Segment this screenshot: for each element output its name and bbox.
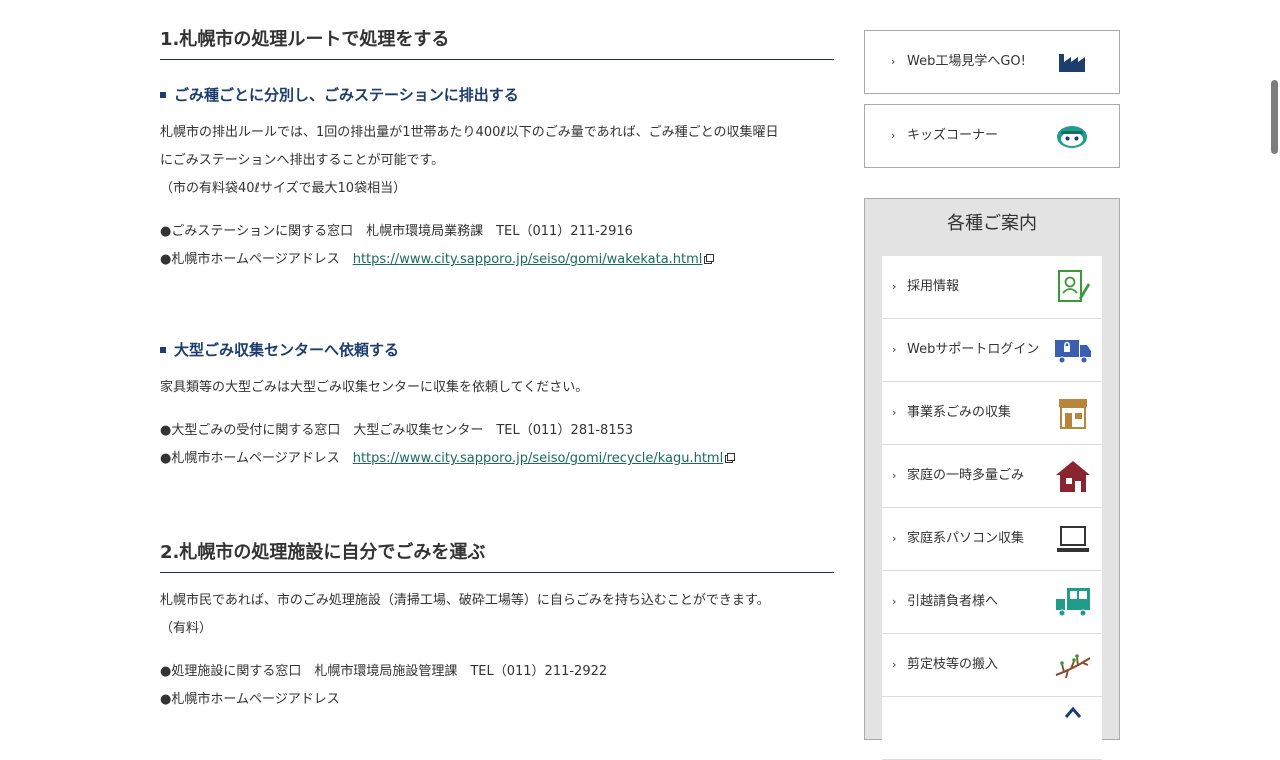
sort-body-line2: にごみステーションへ排出することが可能です。	[160, 153, 445, 168]
banner-label: Web工場見学へGO!	[907, 54, 1026, 69]
chevron-right-icon: ›	[892, 406, 897, 419]
recycle-icon	[1064, 706, 1082, 718]
chevron-right-icon: ›	[891, 55, 896, 68]
guide-item-moving[interactable]: › 引越請負者様へ	[882, 571, 1102, 634]
external-link-icon	[725, 453, 736, 463]
truck-lock-icon	[1055, 340, 1091, 364]
kagu-link[interactable]: https://www.city.sapporo.jp/seiso/gomi/r…	[353, 451, 724, 466]
section2-heading: 2.札幌市の処理施設に自分でごみを運ぶ	[160, 541, 834, 573]
sort-body-line3: （市の有料袋40ℓサイズで最大10袋相当）	[160, 181, 407, 196]
branch-icon	[1055, 654, 1091, 679]
chevron-right-icon: ›	[892, 280, 897, 293]
facility-contact: ●処理施設に関する窓口 札幌市環境局施設管理課 TEL（011）211-2922	[160, 664, 608, 679]
moving-truck-icon	[1056, 588, 1090, 617]
factory-tour-banner[interactable]: › Web工場見学へGO!	[864, 30, 1120, 94]
laptop-icon	[1057, 526, 1089, 552]
external-link-icon	[704, 254, 715, 264]
sort-body-line1: 札幌市の排出ルールでは、1回の排出量が1世帯あたり400ℓ以下のごみ量であれば、…	[160, 125, 779, 140]
guide-item-next[interactable]	[882, 697, 1102, 760]
guide-item-label: 剪定枝等の搬入	[907, 657, 999, 672]
large-hp-line: ●札幌市ホームページアドレス https://www.city.sapporo.…	[160, 449, 736, 469]
guide-item-branches[interactable]: › 剪定枝等の搬入	[882, 634, 1102, 697]
guide-panel: 各種ご案内 › 採用情報 › Webサポートログイン › 事業系ごみの収集 › …	[864, 198, 1120, 760]
subsection-large-heading: 大型ごみ収集センターへ依頼する	[160, 340, 399, 360]
guide-item-recruit[interactable]: › 採用情報	[882, 256, 1102, 319]
guide-item-label: 家庭系パソコン収集	[907, 531, 1025, 546]
chevron-right-icon: ›	[892, 532, 897, 545]
guide-item-label: 引越請負者様へ	[907, 594, 999, 609]
guide-item-label: 事業系ごみの収集	[907, 405, 1012, 420]
chevron-right-icon: ›	[892, 595, 897, 608]
store-icon	[1059, 399, 1087, 429]
recruit-document-icon	[1058, 270, 1090, 302]
guide-item-label: 採用情報	[907, 279, 960, 294]
guide-item-label: Webサポートログイン	[907, 342, 1040, 357]
large-body-line1: 家具類等の大型ごみは大型ごみ収集センターに収集を依頼してください。	[160, 380, 589, 395]
guide-item-pc-collection[interactable]: › 家庭系パソコン収集	[882, 508, 1102, 571]
kids-corner-banner[interactable]: › キッズコーナー	[864, 104, 1120, 168]
facility-body-line2: （有料）	[160, 621, 213, 636]
subsection-sort-heading: ごみ種ごとに分別し、ごみステーションに排出する	[160, 85, 519, 105]
chevron-right-icon: ›	[892, 469, 897, 482]
kids-mascot-icon	[1057, 126, 1087, 148]
guide-item-label: 家庭の一時多量ごみ	[907, 468, 1025, 483]
chevron-right-icon: ›	[891, 129, 896, 142]
chevron-right-icon: ›	[892, 658, 897, 671]
facility-hp-line: ●札幌市ホームページアドレス	[160, 692, 340, 707]
guide-item-business-waste[interactable]: › 事業系ごみの収集	[882, 382, 1102, 445]
guide-item-web-support[interactable]: › Webサポートログイン	[882, 319, 1102, 382]
factory-icon	[1059, 54, 1085, 72]
station-contact: ●ごみステーションに関する窓口 札幌市環境局業務課 TEL（011）211-29…	[160, 224, 633, 239]
hp-label: ●札幌市ホームページアドレス	[160, 451, 353, 466]
wakekata-link[interactable]: https://www.city.sapporo.jp/seiso/gomi/w…	[353, 252, 703, 267]
guide-item-household-bulk[interactable]: › 家庭の一時多量ごみ	[882, 445, 1102, 508]
large-contact: ●大型ごみの受付に関する窓口 大型ごみ収集センター TEL（011）281-81…	[160, 423, 634, 438]
hp-label: ●札幌市ホームページアドレス	[160, 252, 353, 267]
house-icon	[1056, 461, 1090, 492]
page-scrollbar[interactable]	[1271, 80, 1278, 154]
station-hp-line: ●札幌市ホームページアドレス https://www.city.sapporo.…	[160, 250, 715, 270]
chevron-right-icon: ›	[892, 343, 897, 356]
guide-title: 各種ご案内	[947, 213, 1037, 234]
banner-label: キッズコーナー	[907, 128, 999, 143]
section1-heading: 1.札幌市の処理ルートで処理をする	[160, 28, 834, 60]
facility-body-line1: 札幌市民であれば、市のごみ処理施設（清掃工場、破砕工場等）に自らごみを持ち込むこ…	[160, 593, 770, 608]
